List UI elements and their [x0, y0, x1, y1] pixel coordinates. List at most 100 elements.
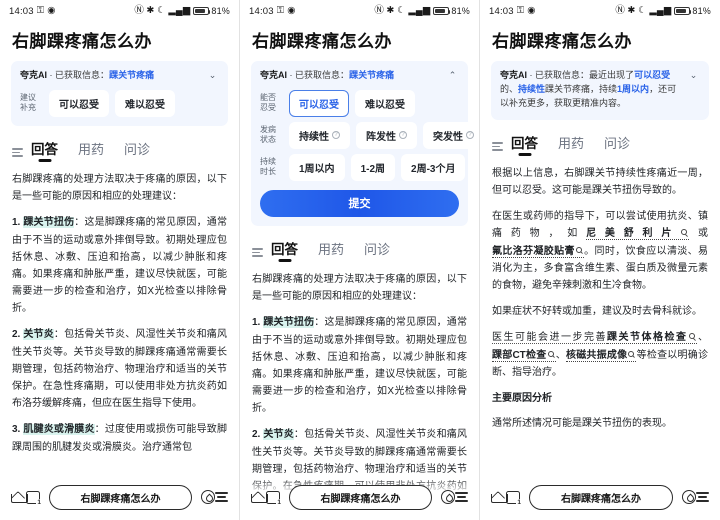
exam-text-c: 、 — [555, 349, 566, 361]
answer-item: 1. 踝关节扭伤：这是脚踝疼痛的常见原因，通常由于不当的运动或意外摔倒导致。初期… — [12, 214, 227, 317]
item-number: 2. — [252, 429, 264, 441]
exam-link-2[interactable]: 踝部CT检查 — [492, 349, 556, 362]
dnd-moon-icon: ☾ — [638, 5, 647, 17]
tab-answer[interactable]: 回答 — [31, 138, 58, 162]
submit-button[interactable]: 提交 — [260, 189, 459, 217]
tab-consult[interactable]: 问诊 — [604, 133, 630, 156]
phone-screen-3: 14:03 ⚿ ◉ Ⓝ ✱ ☾ ▂▄▆ 81% 右脚踝疼痛怎么办 夸克AI · … — [480, 0, 720, 520]
summary-text-3: 踝关节疼痛，持续 — [545, 83, 618, 94]
chip-2weeks-3months[interactable]: 2周-3个月 — [401, 153, 466, 181]
dnd-moon-icon: ☾ — [397, 5, 406, 17]
status-bar-right: Ⓝ ✱ ☾ ▂▄▆ 81% — [615, 6, 711, 16]
eye-icon: ◉ — [47, 5, 56, 17]
tabs-icon[interactable] — [266, 490, 282, 506]
form-row-tolerance: 能否 忍受 可以忍受 难以忍受 — [260, 89, 459, 117]
tab-consult[interactable]: 问诊 — [124, 139, 150, 162]
chip-tolerable[interactable]: 可以忍受 — [289, 89, 349, 117]
search-icon[interactable] — [575, 246, 582, 253]
chip-sudden[interactable]: 突发性? — [423, 121, 479, 149]
exam-name: 核磁共振成像 — [565, 349, 628, 361]
answer-content-2: 右脚踝疼痛的处理方法取决于疼痛的原因，以下是一些可能的原因和相应的处理建议： 1… — [240, 262, 479, 512]
search-icon[interactable] — [681, 229, 688, 236]
treatment-paragraph: 在医生或药师的指导下，可以尝试使用抗炎、镇痛药物，如尼美舒利片 或氟比洛芬凝胶贴膏… — [492, 208, 708, 294]
speaker-icon[interactable] — [441, 490, 455, 504]
tab-bar-2: 回答 用药 问诊 — [240, 226, 479, 262]
battery-icon — [192, 7, 211, 15]
info-prefix: 已获取信息： — [55, 70, 110, 80]
key-icon: ⚿ — [36, 5, 45, 17]
ai-info-header: 夸克AI · 已获取信息：最近出现了可以忍受的、持续性踝关节疼痛，持续1周以内，… — [500, 69, 700, 111]
chip-continuous[interactable]: 持续性? — [289, 121, 350, 149]
chip-paroxysmal[interactable]: 阵发性? — [356, 121, 417, 149]
diagnosis-paragraph: 根据以上信息，右脚踝关节持续性疼痛近一周，但可以忍受。这可能是踝关节扭伤导致的。 — [492, 167, 708, 196]
search-icon[interactable] — [688, 333, 695, 340]
answer-item: 1. 踝关节扭伤：这是脚踝疼痛的常见原因，通常由于不当的运动或意外摔倒导致。初期… — [252, 314, 467, 417]
query-pill-button[interactable]: 右脚踝疼痛怎么办 — [49, 484, 192, 510]
battery-percent: 81% — [692, 6, 711, 16]
drug-name: 氟比洛芬凝胶贴膏 — [492, 245, 575, 257]
tab-medication[interactable]: 用药 — [318, 239, 344, 262]
exam-link-3[interactable]: 核磁共振成像 — [565, 349, 637, 362]
ai-info-header-text: 夸克AI · 已获取信息：踝关节疼痛 — [260, 69, 446, 83]
chip-option[interactable]: 难以忍受 — [115, 89, 175, 117]
home-icon[interactable] — [11, 491, 28, 503]
battery-icon — [673, 7, 692, 15]
query-pill-button[interactable]: 右脚踝疼痛怎么办 — [529, 484, 673, 510]
exam-link-1[interactable]: 踝关节体格检查 — [607, 332, 697, 345]
eye-icon: ◉ — [287, 5, 296, 17]
brand-label: 夸克AI — [20, 70, 48, 80]
page-title: 右脚踝疼痛怎么办 — [12, 32, 152, 51]
home-icon[interactable] — [491, 491, 508, 503]
brand-label: 夸克AI — [500, 70, 528, 80]
exam-name: 踝部CT检查 — [492, 349, 547, 361]
exam-paragraph: 医生可能会进一步完善踝关节体格检查 、踝部CT检查 、核磁共振成像 等检查以明确诊断、… — [492, 329, 708, 381]
chevron-down-icon[interactable]: ⌄ — [206, 69, 219, 82]
answer-item: 3. 肌腱炎或滑膜炎：过度使用或损伤可能导致脚踝周围的肌腱发炎或滑膜炎。治疗通常… — [12, 421, 227, 455]
info-icon[interactable]: ? — [399, 131, 407, 140]
nfc-icon: Ⓝ — [615, 5, 626, 17]
summary-text-1: 已获取信息：最近出现了 — [535, 70, 635, 80]
tab-answer[interactable]: 回答 — [511, 132, 538, 156]
chip-label: 持续性 — [299, 131, 329, 143]
query-pill-button[interactable]: 右脚踝疼痛怎么办 — [289, 484, 432, 510]
chevron-down-icon[interactable]: ⌄ — [687, 69, 700, 82]
menu-icon[interactable] — [696, 492, 709, 502]
label-line2: 时长 — [260, 167, 276, 177]
tab-consult[interactable]: 问诊 — [364, 239, 390, 262]
speaker-icon[interactable] — [682, 490, 696, 504]
tabs-icon[interactable] — [26, 490, 42, 506]
drug-link-1[interactable]: 尼美舒利片 — [586, 228, 690, 241]
tab-medication[interactable]: 用药 — [558, 133, 584, 156]
info-icon[interactable]: ? — [332, 131, 340, 140]
speaker-icon[interactable] — [201, 490, 215, 504]
chip-1-2weeks[interactable]: 1-2周 — [350, 153, 396, 181]
form-row-duration: 持续 时长 1周以内 1-2周 2周-3个月 — [260, 153, 466, 181]
chip-within-1week[interactable]: 1周以内 — [289, 153, 345, 181]
tabs-icon[interactable] — [506, 490, 522, 506]
info-icon[interactable]: ? — [466, 131, 474, 140]
home-icon[interactable] — [251, 491, 268, 503]
search-icon[interactable] — [547, 350, 554, 357]
chip-label: 2周-3个月 — [411, 163, 456, 175]
chip-intolerable[interactable]: 难以忍受 — [355, 89, 415, 117]
ai-info-header: 夸克AI · 已获取信息：踝关节疼痛 ⌃ — [260, 69, 459, 83]
menu-icon[interactable] — [455, 492, 468, 502]
status-bar-left: 14:03 ⚿ ◉ — [9, 6, 56, 17]
tab-answer[interactable]: 回答 — [271, 238, 298, 262]
search-icon[interactable] — [628, 350, 635, 357]
answer-content-1: 右脚踝疼痛的处理方法取决于疼痛的原因，以下是一些可能的原因和相应的处理建议： 1… — [0, 162, 239, 456]
menu-icon[interactable] — [215, 492, 228, 502]
section-heading-causes: 主要原因分析 — [492, 392, 552, 404]
ai-info-header-text: 夸克AI · 已获取信息：踝关节疼痛 — [20, 69, 206, 83]
chip-option[interactable]: 可以忍受 — [49, 89, 109, 117]
separator: · — [289, 70, 293, 80]
nfc-icon: Ⓝ — [374, 5, 385, 17]
drug-link-2[interactable]: 氟比洛芬凝胶贴膏 — [492, 245, 584, 258]
answer-intro: 右脚踝疼痛的处理方法取决于疼痛的原因，以下是一些可能的原因和相应的处理建议： — [12, 173, 227, 203]
info-keyword: 踝关节疼痛 — [349, 70, 395, 80]
page-title: 右脚踝疼痛怎么办 — [252, 32, 392, 51]
tab-bar-1: 回答 用药 问诊 — [0, 126, 239, 162]
tab-medication[interactable]: 用药 — [78, 139, 104, 162]
chevron-up-icon[interactable]: ⌃ — [446, 69, 459, 82]
phone-screen-1: 14:03 ⚿ ◉ Ⓝ ✱ ☾ ▂▄▆ 81% 右脚踝疼痛怎么办 夸克AI · … — [0, 0, 240, 520]
